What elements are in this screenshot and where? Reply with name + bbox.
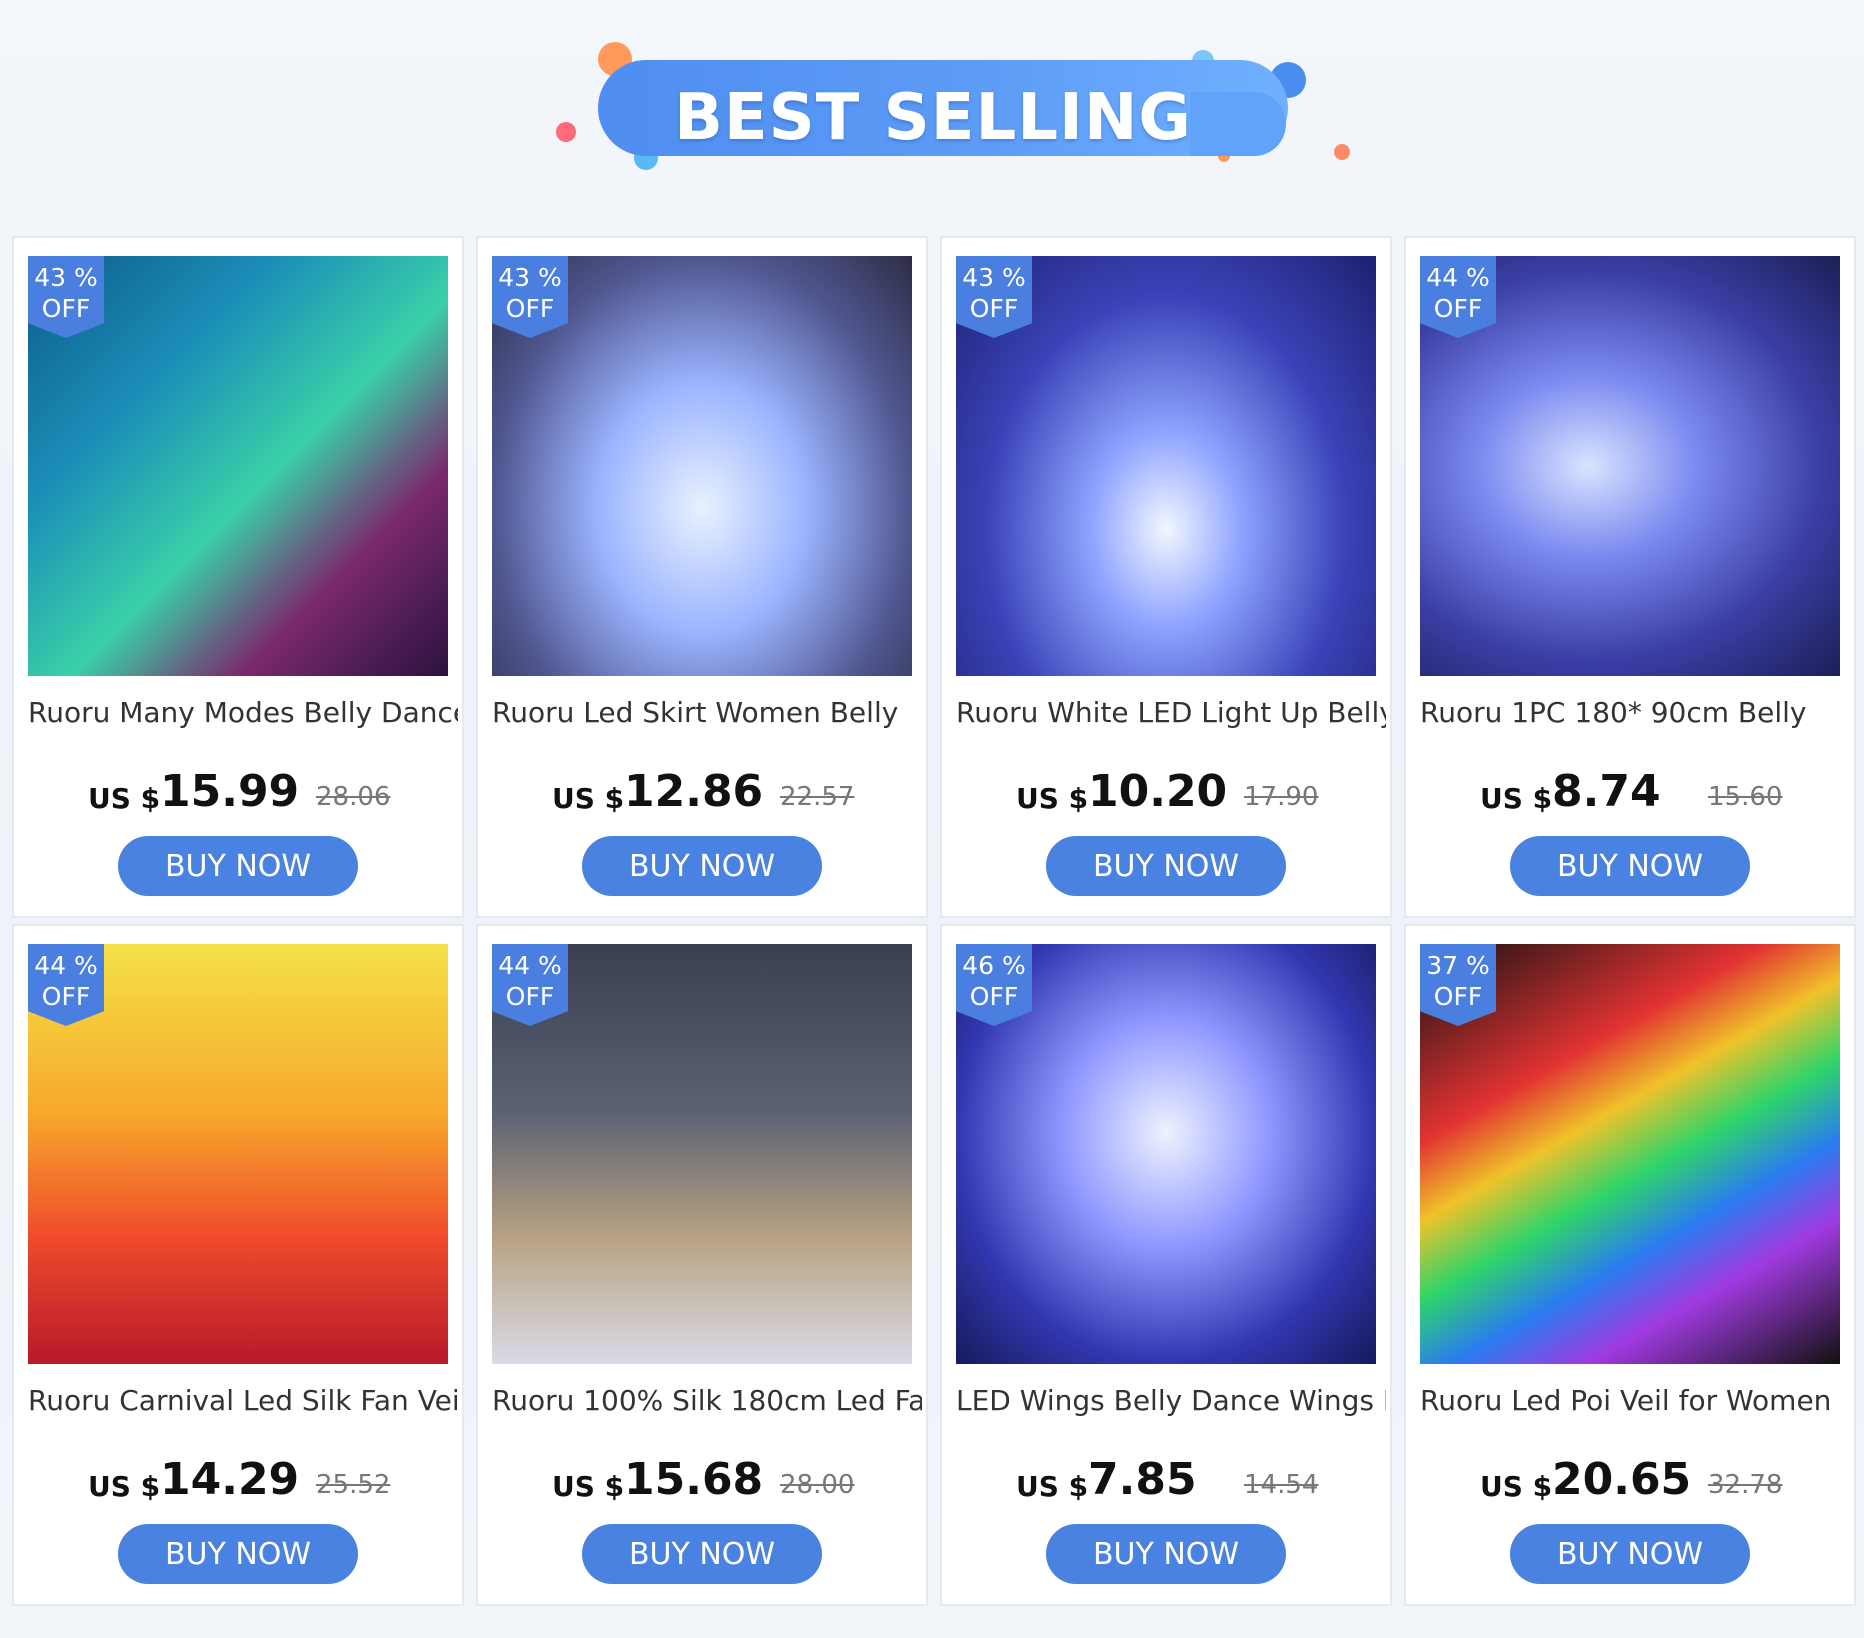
discount-off-label: OFF [41, 982, 91, 1011]
buy-now-button[interactable]: BUY NOW [1510, 836, 1750, 896]
discount-off-label: OFF [969, 982, 1019, 1011]
product-title[interactable]: Ruoru 1PC 180* 90cm Belly [1420, 696, 1850, 736]
currency-label: US $ [1016, 1470, 1089, 1503]
sale-price: 15.68 [624, 1454, 764, 1505]
product-image[interactable]: 46 % OFF [956, 944, 1376, 1364]
discount-percent: 44 % [34, 951, 98, 980]
price-row: US $ 7.85 14.54 [942, 1454, 1394, 1510]
product-image[interactable]: 43 % OFF [492, 256, 912, 676]
product-card[interactable]: 46 % OFF LED Wings Belly Dance Wings Isi… [940, 924, 1392, 1606]
price-row: US $ 14.29 25.52 [14, 1454, 466, 1510]
price-row: US $ 10.20 17.90 [942, 766, 1394, 822]
buy-now-button[interactable]: BUY NOW [1046, 1524, 1286, 1584]
original-price: 25.52 [316, 1470, 391, 1500]
discount-badge: 44 % OFF [492, 944, 568, 1026]
product-card[interactable]: 43 % OFF Ruoru Many Modes Belly Dance US… [12, 236, 464, 918]
discount-percent: 43 % [498, 263, 562, 292]
discount-percent: 44 % [1426, 263, 1490, 292]
discount-badge: 44 % OFF [28, 944, 104, 1026]
product-title[interactable]: Ruoru 100% Silk 180cm Led Fan [492, 1384, 922, 1424]
price-row: US $ 15.68 28.00 [478, 1454, 930, 1510]
discount-percent: 43 % [34, 263, 98, 292]
best-selling-banner: BEST SELLING [0, 0, 1864, 230]
buy-now-button[interactable]: BUY NOW [118, 1524, 358, 1584]
discount-off-label: OFF [969, 294, 1019, 323]
discount-badge: 43 % OFF [28, 256, 104, 338]
sale-price: 7.85 [1088, 1454, 1197, 1505]
price-row: US $ 15.99 28.06 [14, 766, 466, 822]
discount-percent: 46 % [962, 951, 1026, 980]
original-price: 28.06 [316, 782, 391, 812]
price-row: US $ 8.74 15.60 [1406, 766, 1858, 822]
product-title[interactable]: Ruoru White LED Light Up Belly [956, 696, 1386, 736]
original-price: 32.78 [1708, 1470, 1783, 1500]
buy-now-button[interactable]: BUY NOW [118, 836, 358, 896]
original-price: 22.57 [780, 782, 855, 812]
currency-label: US $ [1480, 1470, 1553, 1503]
buy-now-button[interactable]: BUY NOW [1510, 1524, 1750, 1584]
product-image[interactable]: 37 % OFF [1420, 944, 1840, 1364]
discount-percent: 37 % [1426, 951, 1490, 980]
sale-price: 12.86 [624, 766, 764, 817]
original-price: 28.00 [780, 1470, 855, 1500]
sale-price: 15.99 [160, 766, 300, 817]
decor-dot [556, 122, 576, 142]
discount-badge: 43 % OFF [492, 256, 568, 338]
discount-percent: 43 % [962, 263, 1026, 292]
sale-price: 20.65 [1552, 1454, 1692, 1505]
discount-off-label: OFF [505, 982, 555, 1011]
currency-label: US $ [552, 1470, 625, 1503]
buy-now-button[interactable]: BUY NOW [582, 1524, 822, 1584]
product-card[interactable]: 37 % OFF Ruoru Led Poi Veil for Women US… [1404, 924, 1856, 1606]
product-title[interactable]: Ruoru Carnival Led Silk Fan Veil [28, 1384, 458, 1424]
discount-off-label: OFF [1433, 982, 1483, 1011]
discount-badge: 46 % OFF [956, 944, 1032, 1026]
product-title[interactable]: LED Wings Belly Dance Wings Isis [956, 1384, 1386, 1424]
page-title: BEST SELLING [674, 81, 1192, 155]
product-image[interactable]: 44 % OFF [492, 944, 912, 1364]
discount-badge: 43 % OFF [956, 256, 1032, 338]
discount-badge: 44 % OFF [1420, 256, 1496, 338]
original-price: 14.54 [1244, 1470, 1319, 1500]
sale-price: 14.29 [160, 1454, 300, 1505]
currency-label: US $ [88, 1470, 161, 1503]
decor-dot [1334, 144, 1350, 160]
product-card[interactable]: 43 % OFF Ruoru White LED Light Up Belly … [940, 236, 1392, 918]
product-title[interactable]: Ruoru Led Skirt Women Belly [492, 696, 922, 736]
currency-label: US $ [88, 782, 161, 815]
currency-label: US $ [1016, 782, 1089, 815]
sale-price: 8.74 [1552, 766, 1661, 817]
price-row: US $ 20.65 32.78 [1406, 1454, 1858, 1510]
product-card[interactable]: 43 % OFF Ruoru Led Skirt Women Belly US … [476, 236, 928, 918]
buy-now-button[interactable]: BUY NOW [1046, 836, 1286, 896]
product-image[interactable]: 44 % OFF [1420, 256, 1840, 676]
buy-now-button[interactable]: BUY NOW [582, 836, 822, 896]
price-row: US $ 12.86 22.57 [478, 766, 930, 822]
discount-badge: 37 % OFF [1420, 944, 1496, 1026]
product-card[interactable]: 44 % OFF Ruoru 100% Silk 180cm Led Fan U… [476, 924, 928, 1606]
discount-off-label: OFF [41, 294, 91, 323]
discount-off-label: OFF [505, 294, 555, 323]
product-image[interactable]: 43 % OFF [956, 256, 1376, 676]
currency-label: US $ [1480, 782, 1553, 815]
sale-price: 10.20 [1088, 766, 1228, 817]
discount-percent: 44 % [498, 951, 562, 980]
product-image[interactable]: 43 % OFF [28, 256, 448, 676]
product-title[interactable]: Ruoru Many Modes Belly Dance [28, 696, 458, 736]
product-card[interactable]: 44 % OFF Ruoru 1PC 180* 90cm Belly US $ … [1404, 236, 1856, 918]
product-image[interactable]: 44 % OFF [28, 944, 448, 1364]
original-price: 17.90 [1244, 782, 1319, 812]
product-title[interactable]: Ruoru Led Poi Veil for Women [1420, 1384, 1850, 1424]
currency-label: US $ [552, 782, 625, 815]
discount-off-label: OFF [1433, 294, 1483, 323]
original-price: 15.60 [1708, 782, 1783, 812]
product-card[interactable]: 44 % OFF Ruoru Carnival Led Silk Fan Vei… [12, 924, 464, 1606]
